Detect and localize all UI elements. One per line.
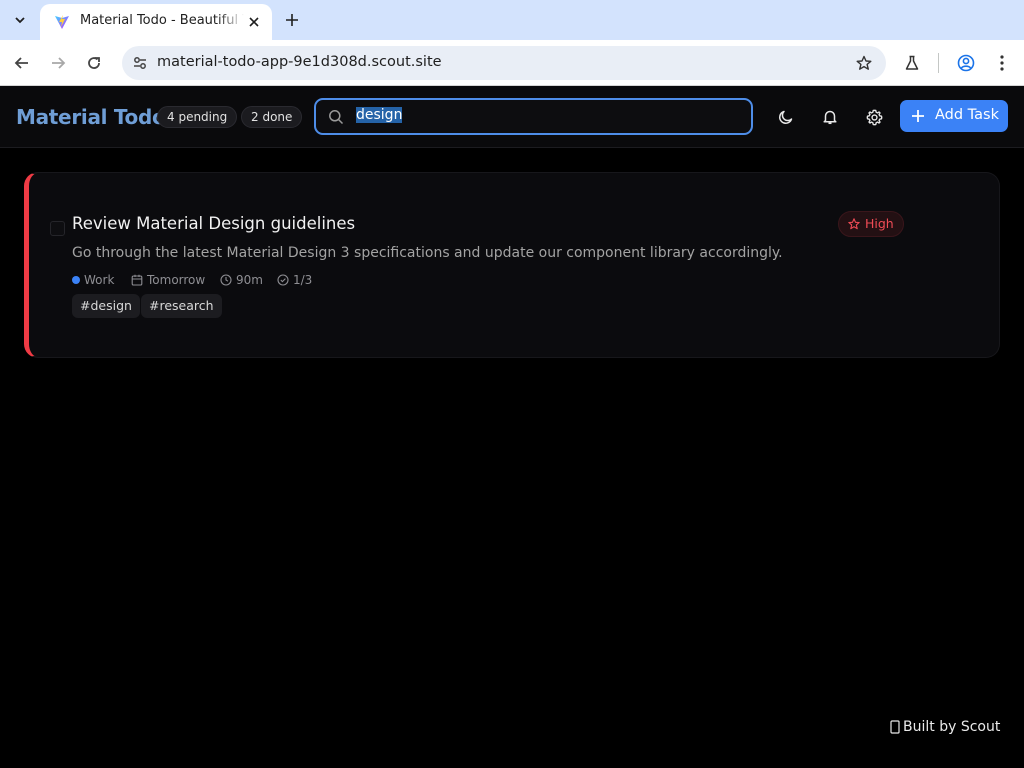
vite-favicon-icon (55, 15, 69, 29)
settings-button[interactable] (860, 103, 888, 131)
search-icon (329, 110, 344, 125)
built-by-label: Built by Scout (903, 719, 1001, 735)
url-text: material-todo-app-9e1d308d.scout.site (157, 54, 442, 70)
task-due-date: Tomorrow (131, 272, 205, 288)
task-subtasks: 1/3 (277, 272, 312, 288)
toolbar-divider (938, 53, 939, 73)
new-tab-button[interactable] (280, 8, 304, 32)
add-task-label: Add Task (935, 107, 999, 123)
category-dot-icon (72, 276, 80, 284)
tune-icon (134, 57, 146, 69)
calendar-icon (131, 274, 143, 286)
reload-icon (88, 57, 100, 69)
more-vertical-icon (1000, 55, 1004, 71)
add-task-button[interactable]: Add Task (900, 100, 1008, 132)
search-input[interactable]: design (356, 107, 736, 127)
labs-button[interactable] (898, 49, 926, 77)
chevron-down-icon (15, 17, 25, 24)
tag-chip[interactable]: #research (141, 294, 222, 318)
plus-icon (286, 14, 298, 26)
task-duration: 90m (220, 272, 263, 288)
clock-icon (220, 274, 232, 286)
duration-label: 90m (236, 273, 263, 287)
task-card[interactable]: Review Material Design guidelines High G… (24, 172, 1000, 358)
due-label: Tomorrow (147, 273, 206, 287)
priority-label: High (865, 216, 894, 231)
task-title: Review Material Design guidelines (72, 214, 356, 233)
browser-toolbar: material-todo-app-9e1d308d.scout.site (0, 40, 1024, 86)
flask-icon (905, 55, 919, 70)
tag-chip[interactable]: #design (72, 294, 140, 318)
theme-toggle-button[interactable] (772, 103, 800, 131)
browser-tab-strip: Material Todo - Beautiful Task Manager (0, 0, 1024, 40)
subtasks-label: 1/3 (293, 273, 313, 287)
close-icon (249, 17, 259, 27)
task-description: Go through the latest Material Design 3 … (72, 245, 783, 261)
star-icon (856, 55, 872, 70)
arrow-left-icon (14, 57, 28, 69)
arrow-right-icon (52, 57, 66, 69)
plus-icon (912, 110, 924, 122)
profile-button[interactable] (952, 49, 980, 77)
browser-tab[interactable]: Material Todo - Beautiful Task Manager (40, 4, 272, 40)
star-icon (848, 218, 860, 230)
built-by-link[interactable]: Built by Scout (890, 719, 1000, 735)
moon-icon (779, 110, 793, 124)
tab-search-button[interactable] (6, 8, 34, 32)
close-tab-button[interactable] (244, 12, 264, 32)
search-query-text: design (356, 107, 403, 123)
done-count-badge: 2 done (241, 106, 303, 128)
site-info-button[interactable] (128, 51, 152, 75)
app-logo-title: Material Todo (16, 105, 166, 129)
search-field[interactable]: design (314, 98, 753, 135)
gear-icon (866, 109, 882, 125)
code-icon (890, 720, 900, 734)
app-header: Material Todo 4 pending 2 done design Ad… (0, 86, 1024, 148)
bell-icon (823, 110, 837, 125)
back-button[interactable] (8, 49, 36, 77)
task-complete-checkbox[interactable] (50, 221, 65, 236)
pending-count-badge: 4 pending (157, 106, 238, 128)
browser-menu-button[interactable] (988, 49, 1016, 77)
address-bar[interactable]: material-todo-app-9e1d308d.scout.site (122, 46, 886, 80)
notifications-button[interactable] (816, 103, 844, 131)
tab-title: Material Todo - Beautiful Task Manager (80, 13, 244, 28)
task-category: Work (72, 272, 114, 288)
bookmark-button[interactable] (854, 53, 874, 73)
priority-badge: High (838, 211, 904, 237)
account-icon (957, 54, 975, 72)
reload-button[interactable] (80, 49, 108, 77)
check-circle-icon (277, 274, 289, 286)
forward-button[interactable] (44, 49, 72, 77)
category-label: Work (84, 273, 115, 287)
